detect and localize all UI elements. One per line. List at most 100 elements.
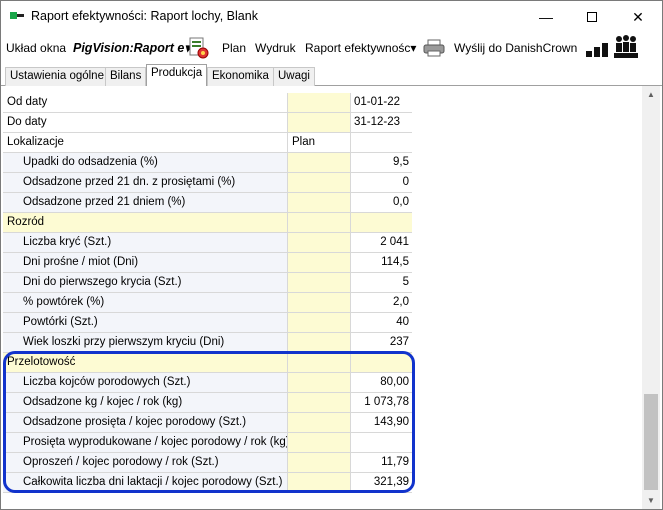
tab-bar: Ustawienia ogólne Bilans Produkcja Ekono… [1,64,662,86]
row-label: Liczba kryć (Szt.) [3,233,288,253]
plan-cell [288,353,351,373]
row-label: Liczba kojców porodowych (Szt.) [3,373,288,393]
row-label: Prosięta wyprodukowane / kojec porodowy … [3,433,288,453]
table-row[interactable]: Liczba kryć (Szt.) 2 041 [3,233,412,253]
plan-cell[interactable] [288,93,351,113]
value-cell[interactable]: 5 [351,273,412,293]
row-label: Powtórki (Szt.) [3,313,288,333]
row-label: Lokalizacje [3,133,288,153]
report-settings-icon[interactable] [189,37,209,59]
scrollbar-thumb[interactable] [644,394,658,490]
table-row[interactable]: Powtórki (Szt.) 40 [3,313,412,333]
plan-cell[interactable] [288,373,351,393]
people-podium-icon[interactable] [613,35,639,59]
plan-cell[interactable] [288,393,351,413]
report-window: Raport efektywności: Raport lochy, Blank… [0,0,663,510]
table-row[interactable]: Lokalizacje Plan [3,133,412,153]
table-row[interactable]: Wiek loszki przy pierwszym kryciu (Dni) 2… [3,333,412,353]
plan-cell[interactable] [288,453,351,473]
plan-cell[interactable] [288,113,351,133]
row-label: Dni prośne / miot (Dni) [3,253,288,273]
value-cell[interactable]: 143,90 [351,413,412,433]
value-cell[interactable]: 0,0 [351,193,412,213]
tab-notes[interactable]: Uwagi [273,67,315,86]
row-label: % powtórek (%) [3,293,288,313]
section-label: Rozród [3,213,288,233]
pigvision-report-dropdown[interactable]: PigVision:Raport e▾ [73,40,191,55]
table-row[interactable]: % powtórek (%) 2,0 [3,293,412,313]
report-type-dropdown[interactable]: Raport efektywnośc▾ [305,41,416,55]
value-cell [351,353,412,373]
plan-cell[interactable] [288,313,351,333]
plan-cell[interactable] [288,233,351,253]
row-label: Oproszeń / kojec porodowy / rok (Szt.) [3,453,288,473]
print-button[interactable]: Wydruk [255,41,296,55]
section-row-przelotowosc: Przelotowość [3,353,412,373]
value-cell[interactable]: 31-12-23 [351,113,412,133]
toolbar: Układ okna PigVision:Raport e▾ Plan Wydr… [1,33,662,63]
scroll-up-icon[interactable]: ▲ [642,86,660,103]
table-row[interactable]: Od daty 01-01-22 [3,93,412,113]
tab-production[interactable]: Produkcja [146,64,208,86]
tab-economics[interactable]: Ekonomika [207,67,274,86]
printer-icon[interactable] [423,39,445,57]
value-cell[interactable]: 40 [351,313,412,333]
row-label: Dni do pierwszego krycia (Szt.) [3,273,288,293]
plan-cell[interactable] [288,153,351,173]
table-row[interactable]: Prosięta wyprodukowane / kojec porodowy … [3,433,412,453]
table-row[interactable]: Upadki do odsadzenia (%) 9,5 [3,153,412,173]
value-cell[interactable]: 2 041 [351,233,412,253]
plan-cell[interactable] [288,413,351,433]
value-cell[interactable]: 1 073,78 [351,393,412,413]
table-row[interactable]: Liczba kojców porodowych (Szt.) 80,00 [3,373,412,393]
table-row[interactable]: Odsadzone przed 21 dniem (%) 0,0 [3,193,412,213]
value-cell[interactable]: 0 [351,173,412,193]
row-label: Od daty [3,93,288,113]
value-cell[interactable]: 2,0 [351,293,412,313]
table-row[interactable]: Dni do pierwszego krycia (Szt.) 5 [3,273,412,293]
plan-cell[interactable] [288,193,351,213]
table-row[interactable]: Dni prośne / miot (Dni) 114,5 [3,253,412,273]
minimize-button[interactable]: — [523,1,569,33]
value-cell[interactable]: 80,00 [351,373,412,393]
plan-cell[interactable] [288,293,351,313]
value-cell[interactable]: 114,5 [351,253,412,273]
table-row[interactable]: Do daty 31-12-23 [3,113,412,133]
row-label: Całkowita liczba dni laktacji / kojec po… [3,473,288,493]
plan-cell[interactable] [288,473,351,493]
maximize-button[interactable] [569,1,615,33]
plan-cell[interactable] [288,273,351,293]
value-cell[interactable]: 01-01-22 [351,93,412,113]
table-row[interactable]: Oproszeń / kojec porodowy / rok (Szt.) 11… [3,453,412,473]
window-layout-button[interactable]: Układ okna [6,41,66,55]
tab-general-settings[interactable]: Ustawienia ogólne [5,67,109,86]
plan-button[interactable]: Plan [222,41,246,55]
plan-cell[interactable] [288,253,351,273]
plan-cell[interactable] [288,173,351,193]
production-grid: Od daty 01-01-22 Do daty 31-12-23 Lokaliza… [3,91,641,509]
close-button[interactable]: ✕ [615,1,661,33]
plan-cell[interactable] [288,333,351,353]
table-row[interactable]: Odsadzone prosięta / kojec porodowy (Szt… [3,413,412,433]
value-cell[interactable] [351,433,412,453]
scroll-down-icon[interactable]: ▼ [642,492,660,509]
row-label: Odsadzone przed 21 dn. z prosiętami (%) [3,173,288,193]
table-row[interactable]: Całkowita liczba dni laktacji / kojec po… [3,473,412,493]
vertical-scrollbar[interactable]: ▲ ▼ [642,86,660,509]
table-row[interactable]: Odsadzone przed 21 dn. z prosiętami (%) 0 [3,173,412,193]
table-row[interactable]: Odsadzone kg / kojec / rok (kg) 1 073,78 [3,393,412,413]
row-label: Do daty [3,113,288,133]
row-label: Wiek loszki przy pierwszym kryciu (Dni) [3,333,288,353]
send-to-danishcrown-button[interactable]: Wyślij do DanishCrown [454,41,577,55]
ranking-bars-icon[interactable] [586,41,608,57]
window-title: Raport efektywności: Raport lochy, Blank [31,9,258,23]
value-cell[interactable]: 237 [351,333,412,353]
tab-balance[interactable]: Bilans [105,67,147,86]
title-bar: Raport efektywności: Raport lochy, Blank… [1,1,662,33]
value-cell[interactable]: 9,5 [351,153,412,173]
value-cell[interactable] [351,133,412,153]
value-cell[interactable]: 321,39 [351,473,412,493]
value-cell[interactable]: 11,79 [351,453,412,473]
row-label: Odsadzone prosięta / kojec porodowy (Szt… [3,413,288,433]
plan-cell[interactable] [288,433,351,453]
